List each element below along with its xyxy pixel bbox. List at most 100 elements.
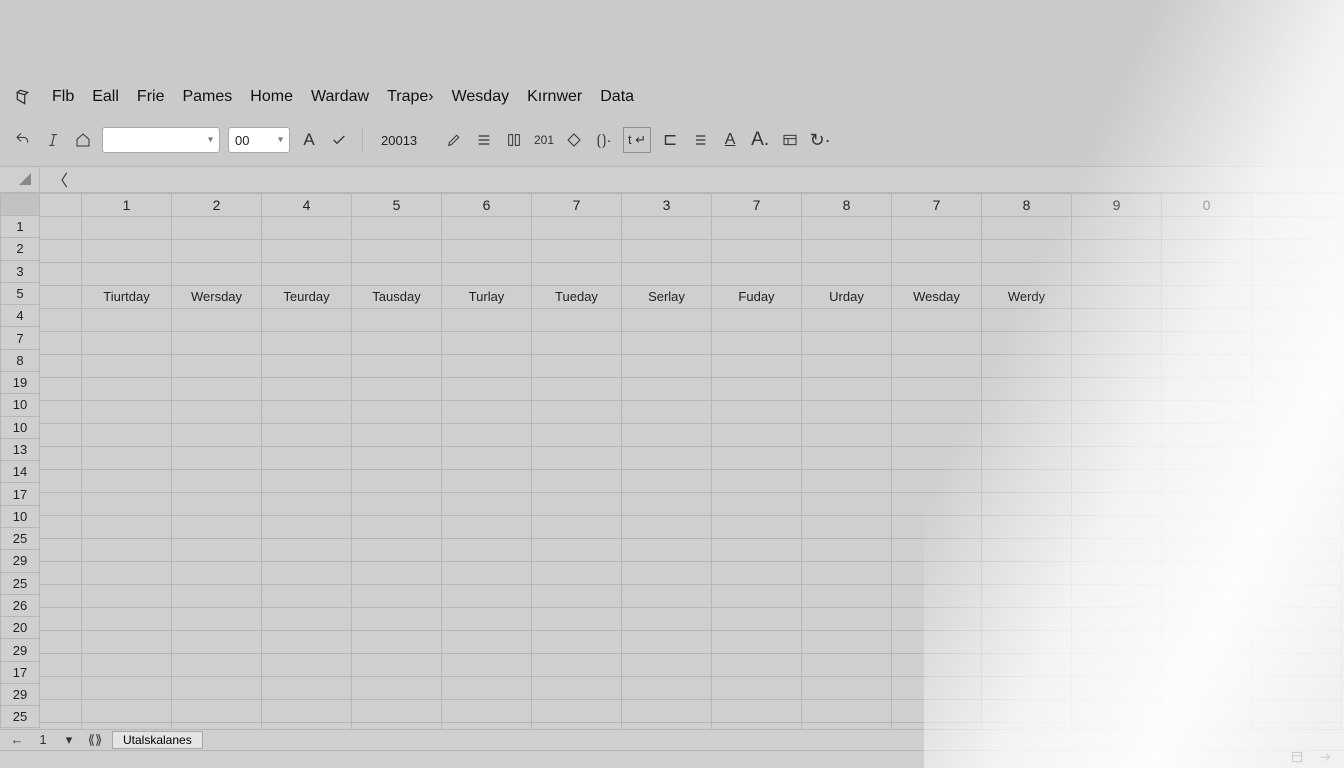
cell[interactable] xyxy=(622,263,712,286)
cell[interactable] xyxy=(1252,539,1342,562)
list-icon[interactable] xyxy=(689,127,711,153)
cell[interactable] xyxy=(532,631,622,654)
cell[interactable] xyxy=(1252,240,1342,263)
cell[interactable] xyxy=(40,631,82,654)
cell[interactable] xyxy=(442,447,532,470)
check-icon[interactable] xyxy=(328,127,350,153)
cell[interactable] xyxy=(622,700,712,723)
cell[interactable] xyxy=(82,378,172,401)
column-header[interactable]: 5 xyxy=(352,193,442,217)
cell[interactable] xyxy=(1072,355,1162,378)
row-header[interactable]: 19 xyxy=(0,372,40,394)
row-header[interactable]: 10 xyxy=(0,417,40,439)
menu-trape[interactable]: Trape› xyxy=(387,88,434,106)
column-header[interactable]: 6 xyxy=(442,193,532,217)
font-size-input[interactable]: 00 ▾ xyxy=(228,127,290,153)
cell[interactable] xyxy=(1252,516,1342,539)
cell[interactable] xyxy=(892,585,982,608)
cell[interactable] xyxy=(172,493,262,516)
cell[interactable] xyxy=(1252,677,1342,700)
bracket-icon[interactable]: ⟮⟯· xyxy=(593,127,615,153)
cell[interactable] xyxy=(532,332,622,355)
cell[interactable] xyxy=(712,447,802,470)
cell[interactable] xyxy=(40,677,82,700)
cell[interactable] xyxy=(1252,217,1342,240)
cell[interactable] xyxy=(352,217,442,240)
cell[interactable] xyxy=(802,723,892,729)
cell[interactable] xyxy=(1162,493,1252,516)
cell[interactable] xyxy=(442,631,532,654)
cell[interactable] xyxy=(40,539,82,562)
cell[interactable] xyxy=(892,493,982,516)
cell[interactable] xyxy=(622,516,712,539)
cell[interactable] xyxy=(172,355,262,378)
column-header[interactable] xyxy=(1252,193,1342,217)
cell[interactable] xyxy=(352,700,442,723)
cell[interactable] xyxy=(712,401,802,424)
menu-data[interactable]: Data xyxy=(600,88,634,106)
cell[interactable] xyxy=(1162,378,1252,401)
cell[interactable] xyxy=(82,654,172,677)
cell[interactable] xyxy=(1252,493,1342,516)
cell[interactable] xyxy=(622,654,712,677)
cell[interactable] xyxy=(712,608,802,631)
cell[interactable] xyxy=(802,424,892,447)
cell[interactable] xyxy=(352,240,442,263)
cell[interactable] xyxy=(1162,585,1252,608)
cell[interactable] xyxy=(82,539,172,562)
cell[interactable] xyxy=(1252,608,1342,631)
cell[interactable] xyxy=(1162,447,1252,470)
cell[interactable] xyxy=(982,654,1072,677)
cell[interactable] xyxy=(1252,309,1342,332)
cell[interactable] xyxy=(1252,470,1342,493)
cell[interactable] xyxy=(172,309,262,332)
cell[interactable] xyxy=(712,723,802,729)
column-header[interactable]: 8 xyxy=(982,193,1072,217)
cell[interactable] xyxy=(82,516,172,539)
cell[interactable] xyxy=(172,631,262,654)
cell[interactable] xyxy=(712,378,802,401)
row-header[interactable]: 5 xyxy=(0,283,40,305)
row-header[interactable]: 20 xyxy=(0,617,40,639)
menu-wardaw[interactable]: Wardaw xyxy=(311,88,369,106)
cell[interactable] xyxy=(532,562,622,585)
column-header[interactable]: 1 xyxy=(82,193,172,217)
cell[interactable] xyxy=(40,263,82,286)
cell[interactable] xyxy=(442,470,532,493)
cell[interactable] xyxy=(262,378,352,401)
menu-flb[interactable]: Flb xyxy=(52,88,74,106)
cell[interactable] xyxy=(1252,286,1342,309)
cell[interactable] xyxy=(982,217,1072,240)
cell[interactable] xyxy=(712,493,802,516)
sheet-nav-left-icon[interactable]: ← xyxy=(8,732,26,747)
cell[interactable] xyxy=(712,585,802,608)
row-header[interactable]: 17 xyxy=(0,483,40,505)
cell[interactable] xyxy=(622,562,712,585)
cell[interactable] xyxy=(442,240,532,263)
menu-kirnwer[interactable]: Kırnwer xyxy=(527,88,582,106)
cell[interactable] xyxy=(352,654,442,677)
cell[interactable] xyxy=(1252,424,1342,447)
font-a-icon[interactable]: A xyxy=(298,127,320,153)
cell[interactable] xyxy=(802,332,892,355)
cell[interactable] xyxy=(1162,677,1252,700)
cell[interactable] xyxy=(40,562,82,585)
cell[interactable] xyxy=(1072,700,1162,723)
row-header[interactable]: 10 xyxy=(0,506,40,528)
cell[interactable] xyxy=(712,516,802,539)
cell[interactable] xyxy=(712,309,802,332)
cell[interactable] xyxy=(712,470,802,493)
cell[interactable] xyxy=(40,470,82,493)
cell[interactable] xyxy=(892,562,982,585)
cell[interactable] xyxy=(172,240,262,263)
cell[interactable] xyxy=(442,401,532,424)
cell[interactable] xyxy=(262,309,352,332)
cell[interactable] xyxy=(532,263,622,286)
cell[interactable] xyxy=(352,516,442,539)
cell[interactable] xyxy=(1072,562,1162,585)
cell[interactable]: Tueday xyxy=(532,286,622,309)
cell[interactable] xyxy=(1072,240,1162,263)
cell[interactable] xyxy=(172,700,262,723)
cell[interactable] xyxy=(1162,217,1252,240)
cell[interactable] xyxy=(172,562,262,585)
